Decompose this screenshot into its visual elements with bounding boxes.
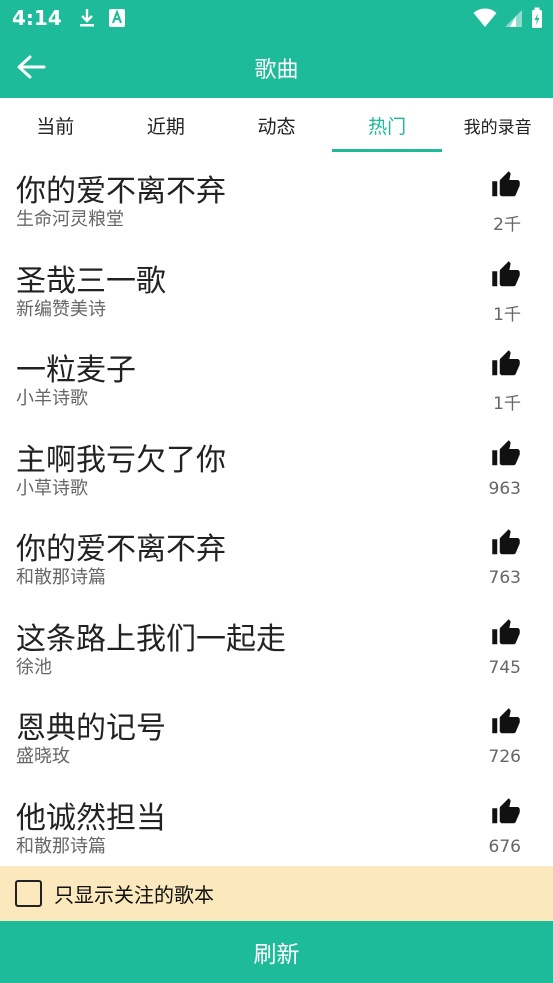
like-count: 1千 xyxy=(493,304,521,325)
text-a-icon xyxy=(108,9,125,27)
tab-recent[interactable]: 近期 xyxy=(111,98,222,152)
thumbs-up-icon[interactable] xyxy=(491,439,521,469)
song-row[interactable]: 主啊我亏欠了你 小草诗歌 963 xyxy=(0,421,553,511)
song-title: 一粒麦子 xyxy=(16,353,136,388)
song-row[interactable]: 他诚然担当 和散那诗篇 676 xyxy=(0,779,553,867)
like-count: 726 xyxy=(488,747,521,767)
app-bar: 歌曲 xyxy=(0,36,553,98)
battery-icon xyxy=(532,7,542,28)
followed-only-label: 只显示关注的歌本 xyxy=(54,883,214,907)
tab-bar: 当前 近期 动态 热门 我的录音 xyxy=(0,98,553,152)
song-source: 小草诗歌 xyxy=(16,477,88,499)
song-title: 主啊我亏欠了你 xyxy=(16,442,226,478)
like-count: 963 xyxy=(488,478,521,499)
tab-activity[interactable]: 动态 xyxy=(221,98,332,152)
song-source: 新编赞美诗 xyxy=(16,298,106,320)
song-source: 和散那诗篇 xyxy=(16,835,106,857)
refresh-button[interactable]: 刷新 xyxy=(0,921,553,983)
wifi-icon xyxy=(473,8,497,27)
download-icon xyxy=(79,9,94,27)
tab-current[interactable]: 当前 xyxy=(0,98,111,152)
thumbs-up-icon[interactable] xyxy=(491,528,521,558)
followed-only-checkbox[interactable] xyxy=(15,880,42,907)
song-row[interactable]: 你的爱不离不弃 生命河灵粮堂 2千 xyxy=(0,152,553,242)
song-source: 生命河灵粮堂 xyxy=(16,209,124,230)
song-source: 和散那诗篇 xyxy=(16,567,106,588)
thumbs-up-icon[interactable] xyxy=(491,618,521,648)
thumbs-up-icon[interactable] xyxy=(491,349,521,379)
song-row[interactable]: 这条路上我们一起走 徐池 745 xyxy=(0,600,553,690)
song-source: 徐池 xyxy=(16,656,52,678)
song-row[interactable]: 圣哉三一歌 新编赞美诗 1千 xyxy=(0,242,553,332)
song-row[interactable]: 恩典的记号 盛晓玫 726 xyxy=(0,689,553,779)
followed-only-filter[interactable]: 只显示关注的歌本 xyxy=(0,866,553,921)
like-count: 1千 xyxy=(493,394,521,414)
status-bar: 4:14 xyxy=(0,0,553,36)
like-count: 676 xyxy=(488,836,521,857)
like-count: 745 xyxy=(488,657,521,678)
thumbs-up-icon[interactable] xyxy=(491,170,521,200)
song-title: 恩典的记号 xyxy=(16,711,166,746)
like-count: 763 xyxy=(488,568,521,588)
thumbs-up-icon[interactable] xyxy=(491,797,521,827)
song-source: 盛晓玫 xyxy=(16,746,70,767)
thumbs-up-icon[interactable] xyxy=(491,260,521,290)
song-title: 圣哉三一歌 xyxy=(16,263,166,299)
song-title: 他诚然担当 xyxy=(16,800,166,836)
page-title: 歌曲 xyxy=(254,58,299,83)
song-row[interactable]: 你的爱不离不弃 和散那诗篇 763 xyxy=(0,510,553,600)
song-title: 你的爱不离不弃 xyxy=(16,174,226,209)
status-time: 4:14 xyxy=(12,6,62,30)
song-row[interactable]: 一粒麦子 小羊诗歌 1千 xyxy=(0,331,553,421)
song-source: 小羊诗歌 xyxy=(16,388,88,409)
thumbs-up-icon[interactable] xyxy=(491,707,521,737)
like-count: 2千 xyxy=(493,215,521,235)
signal-icon xyxy=(505,10,522,27)
tab-popular[interactable]: 热门 xyxy=(331,98,443,152)
song-title: 这条路上我们一起走 xyxy=(16,621,286,657)
song-title: 你的爱不离不弃 xyxy=(16,532,226,567)
song-list: 你的爱不离不弃 生命河灵粮堂 2千 圣哉三一歌 新编赞美诗 1千 一粒麦子 小羊… xyxy=(0,152,553,866)
tab-my-recordings[interactable]: 我的录音 xyxy=(442,98,553,152)
